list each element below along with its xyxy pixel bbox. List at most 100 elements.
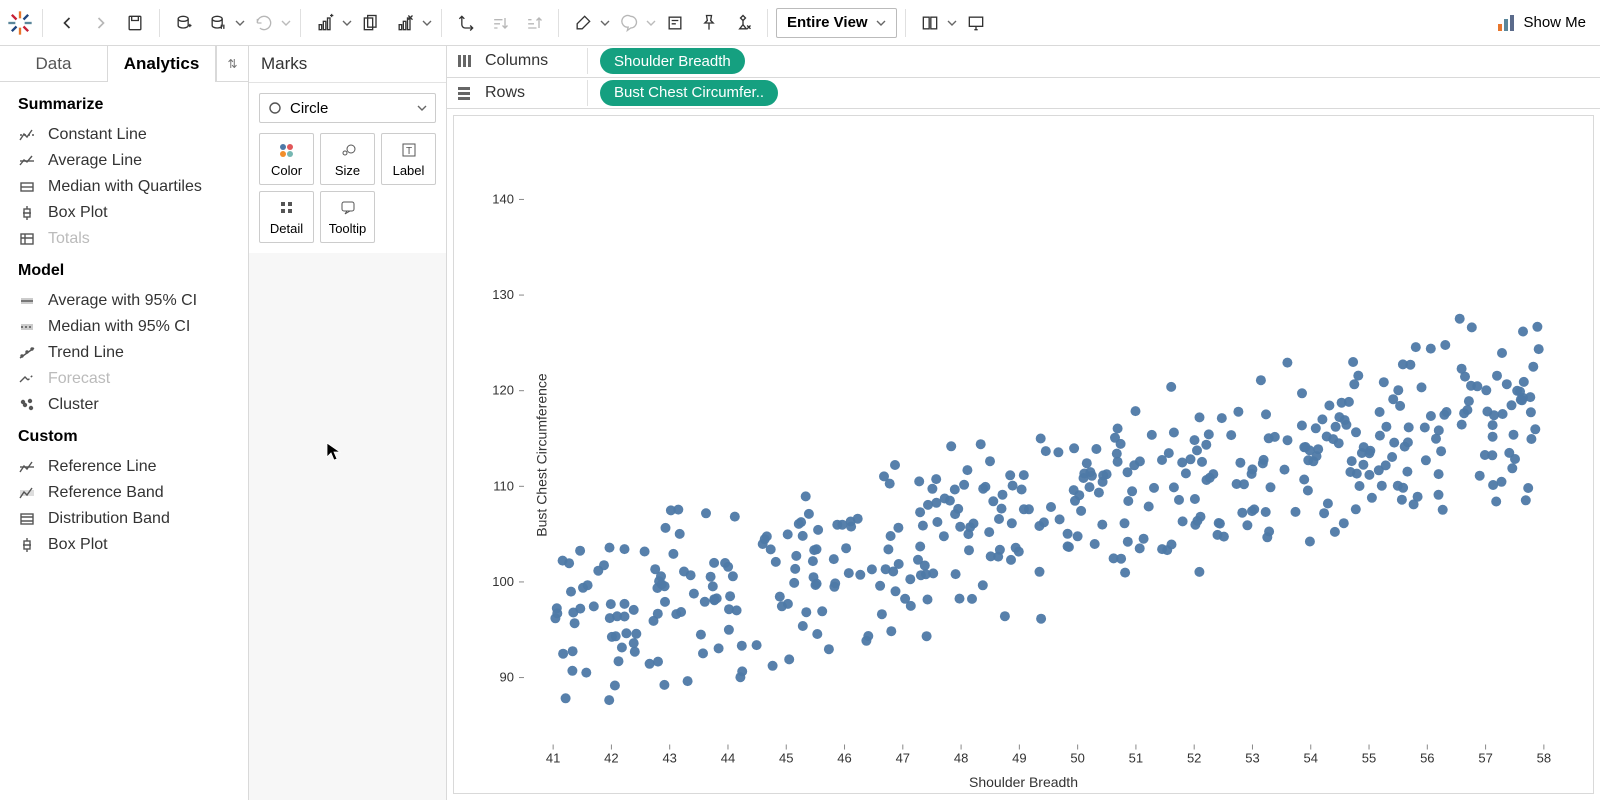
show-me-button[interactable]: Show Me bbox=[1489, 10, 1594, 36]
toolbar: Entire View Show Me bbox=[0, 0, 1600, 46]
columns-icon bbox=[455, 53, 473, 69]
svg-text:130: 130 bbox=[492, 287, 514, 302]
summarize-item-median-with-quartiles[interactable]: Median with Quartiles bbox=[18, 174, 230, 200]
cluster-icon bbox=[18, 396, 36, 414]
model-item-forecast: Forecast bbox=[18, 366, 230, 392]
tab-analytics[interactable]: Analytics bbox=[107, 46, 216, 82]
view-canvas: Columns Shoulder Breadth Rows Bust Chest… bbox=[447, 46, 1600, 800]
rows-shelf[interactable]: Rows Bust Chest Circumfer.. bbox=[447, 78, 1600, 110]
avgci-icon bbox=[18, 292, 36, 310]
medci-icon bbox=[18, 318, 36, 336]
columns-pill[interactable]: Shoulder Breadth bbox=[600, 48, 745, 74]
pause-updates-dropdown[interactable] bbox=[234, 18, 246, 28]
pin-button[interactable] bbox=[693, 7, 725, 39]
rows-label: Rows bbox=[485, 84, 575, 102]
svg-text:90: 90 bbox=[500, 670, 514, 685]
tooltip-icon bbox=[339, 199, 357, 217]
summarize-heading: Summarize bbox=[18, 96, 230, 114]
model-heading: Model bbox=[18, 262, 230, 280]
svg-text:50: 50 bbox=[1070, 751, 1084, 766]
refband-icon bbox=[18, 484, 36, 502]
show-hide-cards-dropdown[interactable] bbox=[946, 18, 958, 28]
svg-text:44: 44 bbox=[721, 751, 735, 766]
separator bbox=[441, 9, 442, 37]
highlight-dropdown[interactable] bbox=[599, 18, 611, 28]
new-worksheet-button[interactable] bbox=[309, 7, 341, 39]
custom-heading: Custom bbox=[18, 428, 230, 446]
summarize-item-box-plot[interactable]: Box Plot bbox=[18, 200, 230, 226]
custom-item-distribution-band[interactable]: Distribution Band bbox=[18, 506, 230, 532]
group-dropdown[interactable] bbox=[645, 18, 657, 28]
svg-text:54: 54 bbox=[1304, 751, 1318, 766]
new-worksheet-dropdown[interactable] bbox=[341, 18, 353, 28]
svg-text:53: 53 bbox=[1245, 751, 1259, 766]
sort-desc-button[interactable] bbox=[518, 7, 550, 39]
analytics-sidebar: Data Analytics ⇅ Summarize Constant Line… bbox=[0, 46, 249, 800]
presentation-mode-button[interactable] bbox=[960, 7, 992, 39]
refline-icon bbox=[18, 458, 36, 476]
marks-size-card[interactable]: Size bbox=[320, 133, 375, 185]
show-hide-cards-button[interactable] bbox=[914, 7, 946, 39]
sidebar-swap-icon[interactable]: ⇅ bbox=[216, 46, 248, 81]
undo-button[interactable] bbox=[51, 7, 83, 39]
refresh-dropdown[interactable] bbox=[280, 18, 292, 28]
redo-button[interactable] bbox=[85, 7, 117, 39]
svg-text:58: 58 bbox=[1537, 751, 1551, 766]
label-icon: T bbox=[400, 141, 418, 159]
custom-item-reference-band[interactable]: Reference Band bbox=[18, 480, 230, 506]
fit-dropdown[interactable]: Entire View bbox=[776, 8, 897, 38]
scatter-chart: 4142434445464748495051525354555657589010… bbox=[454, 116, 1593, 793]
circle-icon bbox=[268, 101, 282, 115]
clear-sheet-button[interactable] bbox=[389, 7, 421, 39]
summarize-item-constant-line[interactable]: Constant Line bbox=[18, 122, 230, 148]
marks-drop-area[interactable] bbox=[249, 253, 446, 800]
separator bbox=[300, 9, 301, 37]
model-item-average-with-95-ci[interactable]: Average with 95% CI bbox=[18, 288, 230, 314]
highlight-button[interactable] bbox=[567, 7, 599, 39]
marks-tooltip-card[interactable]: Tooltip bbox=[320, 191, 375, 243]
model-item-median-with-95-ci[interactable]: Median with 95% CI bbox=[18, 314, 230, 340]
mark-type-dropdown[interactable]: Circle bbox=[259, 93, 436, 123]
svg-text:140: 140 bbox=[492, 191, 514, 206]
group-button[interactable] bbox=[613, 7, 645, 39]
boxplot-icon bbox=[18, 536, 36, 554]
show-mark-labels-button[interactable] bbox=[659, 7, 691, 39]
custom-item-box-plot[interactable]: Box Plot bbox=[18, 532, 230, 558]
summarize-item-totals: Totals bbox=[18, 226, 230, 252]
custom-item-reference-line[interactable]: Reference Line bbox=[18, 454, 230, 480]
model-item-cluster[interactable]: Cluster bbox=[18, 392, 230, 418]
pause-updates-button[interactable] bbox=[202, 7, 234, 39]
svg-text:45: 45 bbox=[779, 751, 793, 766]
save-button[interactable] bbox=[119, 7, 151, 39]
svg-text:100: 100 bbox=[492, 574, 514, 589]
svg-text:T: T bbox=[405, 146, 411, 157]
svg-text:51: 51 bbox=[1129, 751, 1143, 766]
color-icon bbox=[278, 141, 296, 159]
marks-color-card[interactable]: Color bbox=[259, 133, 314, 185]
chevron-down-icon bbox=[876, 18, 886, 28]
separator bbox=[767, 9, 768, 37]
new-datasource-button[interactable] bbox=[168, 7, 200, 39]
clear-sheet-dropdown[interactable] bbox=[421, 18, 433, 28]
svg-text:55: 55 bbox=[1362, 751, 1376, 766]
marks-panel: Marks Circle Color Size TLabel Detail To… bbox=[249, 46, 447, 800]
swap-rows-columns-button[interactable] bbox=[450, 7, 482, 39]
rows-pill[interactable]: Bust Chest Circumfer.. bbox=[600, 80, 778, 106]
svg-text:56: 56 bbox=[1420, 751, 1434, 766]
summarize-item-average-line[interactable]: Average Line bbox=[18, 148, 230, 174]
duplicate-sheet-button[interactable] bbox=[355, 7, 387, 39]
refresh-button[interactable] bbox=[248, 7, 280, 39]
marks-detail-card[interactable]: Detail bbox=[259, 191, 314, 243]
clear-filter-button[interactable] bbox=[727, 7, 759, 39]
show-me-icon bbox=[1497, 14, 1515, 32]
tab-data[interactable]: Data bbox=[0, 46, 107, 81]
trend-icon bbox=[18, 344, 36, 362]
svg-text:57: 57 bbox=[1478, 751, 1492, 766]
separator bbox=[159, 9, 160, 37]
model-item-trend-line[interactable]: Trend Line bbox=[18, 340, 230, 366]
chart-area[interactable]: Bust Chest Circumference 414243444546474… bbox=[453, 115, 1594, 794]
columns-shelf[interactable]: Columns Shoulder Breadth bbox=[447, 46, 1600, 78]
marks-label-card[interactable]: TLabel bbox=[381, 133, 436, 185]
x-axis-label: Shoulder Breadth bbox=[969, 774, 1078, 790]
sort-asc-button[interactable] bbox=[484, 7, 516, 39]
